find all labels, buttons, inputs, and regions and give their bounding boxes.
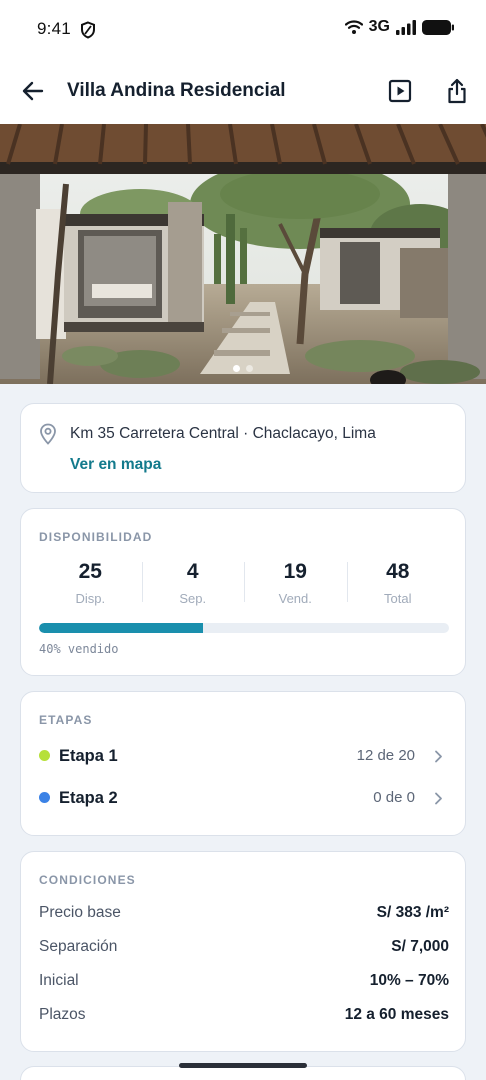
condition-value: S/ 7,000 <box>391 938 449 955</box>
chevron-right-icon <box>435 792 442 805</box>
view-map-link[interactable]: Ver en mapa <box>70 456 161 474</box>
conditions-section-label: CONDICIONES <box>39 873 136 887</box>
stat-total: 48 Total <box>346 559 450 611</box>
shield-icon <box>81 21 95 39</box>
location-card: Km 35 Carretera Central · Chaclacayo, Li… <box>20 403 466 493</box>
home-indicator[interactable] <box>179 1063 307 1068</box>
stage-count: 12 de 20 <box>356 747 415 764</box>
stage-row-2[interactable]: Etapa 2 0 de 0 <box>21 780 467 816</box>
project-photo[interactable] <box>0 124 486 384</box>
stat-label: Disp. <box>75 591 106 606</box>
stat-value: 48 <box>386 560 410 583</box>
battery-icon <box>422 19 454 35</box>
stage-count: 0 de 0 <box>373 789 415 806</box>
share-icon[interactable] <box>445 77 469 105</box>
gallery-dot-1[interactable] <box>233 365 240 372</box>
chevron-right-icon <box>435 750 442 763</box>
stages-card: ETAPAS Etapa 1 12 de 20 Etapa 2 0 de 0 <box>20 691 466 836</box>
stage-row-1[interactable]: Etapa 1 12 de 20 <box>21 738 467 774</box>
stat-separated: 4 Sep. <box>141 559 245 611</box>
condition-label: Separación <box>39 938 118 955</box>
location-pin-icon <box>40 423 56 445</box>
stat-sold: 19 Vend. <box>244 559 347 611</box>
wifi-icon <box>344 20 363 34</box>
condition-row-terms: Plazos 12 a 60 meses <box>39 1006 449 1028</box>
conditions-card: CONDICIONES Precio base S/ 383 /m² Separ… <box>20 851 466 1052</box>
stat-label: Total <box>384 591 412 606</box>
project-address: Km 35 Carretera Central · Chaclacayo, Li… <box>70 425 376 442</box>
condition-value: 10% – 70% <box>369 972 449 989</box>
condition-label: Plazos <box>39 1006 86 1023</box>
app-bar: Villa Andina Residencial <box>0 58 486 124</box>
availability-stats: 25 Disp. 4 Sep. 19 Vend. 48 Total <box>39 559 449 611</box>
gallery-dot-2[interactable] <box>246 365 253 372</box>
status-time: 9:41 <box>37 19 71 38</box>
stat-available: 25 Disp. <box>39 559 142 611</box>
condition-label: Precio base <box>39 904 121 921</box>
stage-name: Etapa 1 <box>59 747 118 765</box>
availability-card: DISPONIBILIDAD 25 Disp. 4 Sep. 19 Vend. … <box>20 508 466 676</box>
stage-status-dot <box>39 792 50 803</box>
page-title: Villa Andina Residencial <box>67 80 286 101</box>
stages-section-label: ETAPAS <box>39 713 93 727</box>
sales-progress-bar <box>39 623 449 633</box>
status-bar: 9:41 3G <box>0 0 486 58</box>
stage-status-dot <box>39 750 50 761</box>
stat-value: 25 <box>78 560 102 583</box>
condition-row-initial: Inicial 10% – 70% <box>39 972 449 994</box>
network-type: 3G <box>368 18 390 35</box>
back-arrow-icon[interactable] <box>20 78 46 104</box>
sales-progress-fill <box>39 623 203 633</box>
condition-row-separation: Separación S/ 7,000 <box>39 938 449 960</box>
condition-label: Inicial <box>39 972 79 989</box>
condition-row-base-price: Precio base S/ 383 /m² <box>39 904 449 926</box>
gallery-pagination <box>0 365 486 372</box>
condition-value: S/ 383 /m² <box>376 904 449 921</box>
next-card <box>20 1066 466 1080</box>
signal-icon <box>396 19 416 35</box>
stat-label: Vend. <box>278 591 312 606</box>
stat-label: Sep. <box>179 591 207 606</box>
stage-name: Etapa 2 <box>59 789 118 807</box>
house-photo <box>0 124 486 384</box>
stat-value: 19 <box>283 560 307 583</box>
stat-value: 4 <box>186 560 199 583</box>
sales-progress-text: 40% vendido <box>39 642 119 656</box>
condition-value: 12 a 60 meses <box>344 1006 449 1023</box>
play-icon[interactable] <box>388 78 412 104</box>
status-indicators: 3G <box>344 18 454 36</box>
availability-section-label: DISPONIBILIDAD <box>39 530 153 544</box>
